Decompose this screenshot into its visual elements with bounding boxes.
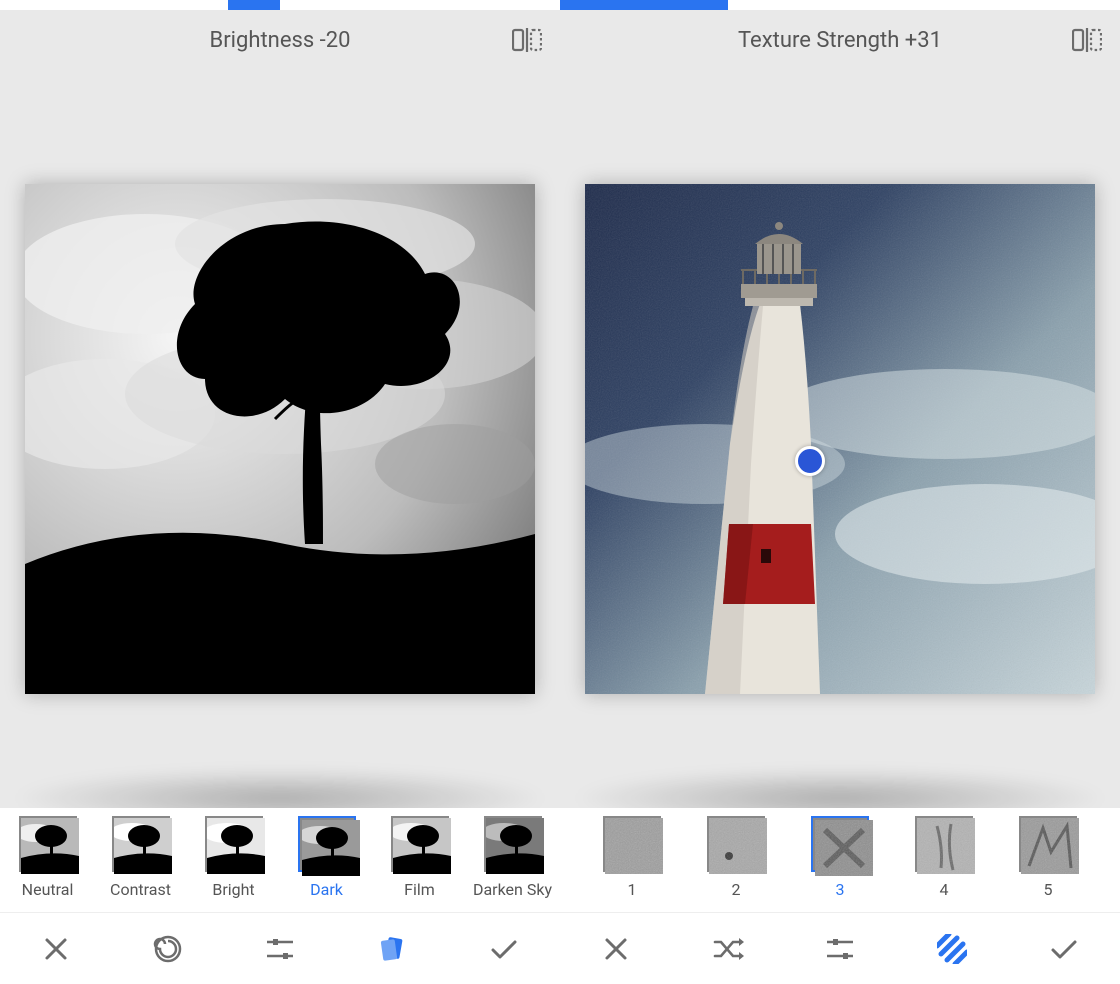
preset-thumb — [19, 816, 77, 872]
texture-thumb — [915, 816, 973, 872]
apply-button[interactable] — [481, 926, 527, 972]
texture-button[interactable] — [929, 926, 975, 972]
close-icon — [42, 935, 70, 963]
texture-thumb — [603, 816, 661, 872]
slider-fill — [560, 0, 728, 10]
preset-darken-sky[interactable]: Darken Sky — [469, 816, 556, 899]
shuffle-icon — [712, 936, 744, 962]
adjustment-label: Texture Strength +31 — [576, 28, 1104, 53]
tune-button[interactable] — [817, 926, 863, 972]
texture-thumb — [811, 816, 869, 872]
image-canvas[interactable] — [560, 70, 1120, 808]
preset-label: Darken Sky — [473, 880, 552, 899]
texture-4[interactable]: 4 — [902, 816, 986, 899]
spiral-icon — [153, 934, 183, 964]
texture-label: 5 — [1044, 880, 1053, 899]
canvas-shadow — [570, 768, 1110, 808]
slider-track[interactable] — [560, 0, 1120, 10]
check-icon — [1049, 937, 1079, 961]
compare-before-after-icon[interactable] — [1072, 28, 1102, 52]
texture-thumb — [1019, 816, 1077, 872]
preset-bright[interactable]: Bright — [190, 816, 277, 899]
preset-contrast[interactable]: Contrast — [97, 816, 184, 899]
edited-image — [585, 184, 1095, 694]
shuffle-button[interactable] — [705, 926, 751, 972]
cards-icon — [377, 934, 407, 964]
right-pane: Texture Strength +31 — [560, 0, 1120, 984]
preset-thumb — [298, 816, 356, 872]
texture-1[interactable]: 1 — [590, 816, 674, 899]
preset-label: Contrast — [110, 880, 171, 899]
adjustment-label: Brightness -20 — [16, 28, 544, 53]
canvas-shadow — [10, 768, 550, 808]
texture-5[interactable]: 5 — [1006, 816, 1090, 899]
preset-thumb — [484, 816, 542, 872]
header: Brightness -20 — [0, 10, 560, 70]
preset-label: Film — [404, 880, 435, 899]
preset-label: Neutral — [22, 880, 74, 899]
left-pane: Brightness -20 — [0, 0, 560, 984]
preset-thumb — [205, 816, 263, 872]
close-button[interactable] — [593, 926, 639, 972]
preset-neutral[interactable]: Neutral — [4, 816, 91, 899]
close-icon — [602, 935, 630, 963]
tune-icon — [825, 936, 855, 962]
preset-label: Dark — [310, 880, 343, 899]
image-canvas[interactable] — [0, 70, 560, 808]
preset-strip: Neutral Contrast — [0, 808, 560, 912]
preset-film[interactable]: Film — [376, 816, 463, 899]
texture-label: 4 — [940, 880, 949, 899]
effect-button[interactable] — [145, 926, 191, 972]
action-bar — [560, 912, 1120, 984]
texture-thumb — [707, 816, 765, 872]
texture-3[interactable]: 3 — [798, 816, 882, 899]
hatch-icon — [937, 934, 967, 964]
check-icon — [489, 937, 519, 961]
edited-image — [25, 184, 535, 694]
tune-button[interactable] — [257, 926, 303, 972]
header: Texture Strength +31 — [560, 10, 1120, 70]
texture-label: 1 — [628, 880, 637, 899]
preset-label: Bright — [212, 880, 254, 899]
preset-dark[interactable]: Dark — [283, 816, 370, 899]
compare-before-after-icon[interactable] — [512, 28, 542, 52]
control-point[interactable] — [795, 446, 825, 476]
tune-icon — [265, 936, 295, 962]
action-bar — [0, 912, 560, 984]
preset-thumb — [391, 816, 449, 872]
preset-thumb — [112, 816, 170, 872]
texture-2[interactable]: 2 — [694, 816, 778, 899]
styles-button[interactable] — [369, 926, 415, 972]
close-button[interactable] — [33, 926, 79, 972]
texture-label: 3 — [836, 880, 845, 899]
apply-button[interactable] — [1041, 926, 1087, 972]
texture-strip: 1 2 3 4 5 — [560, 808, 1120, 912]
slider-track[interactable] — [0, 0, 560, 10]
slider-fill — [228, 0, 280, 10]
texture-label: 2 — [732, 880, 741, 899]
